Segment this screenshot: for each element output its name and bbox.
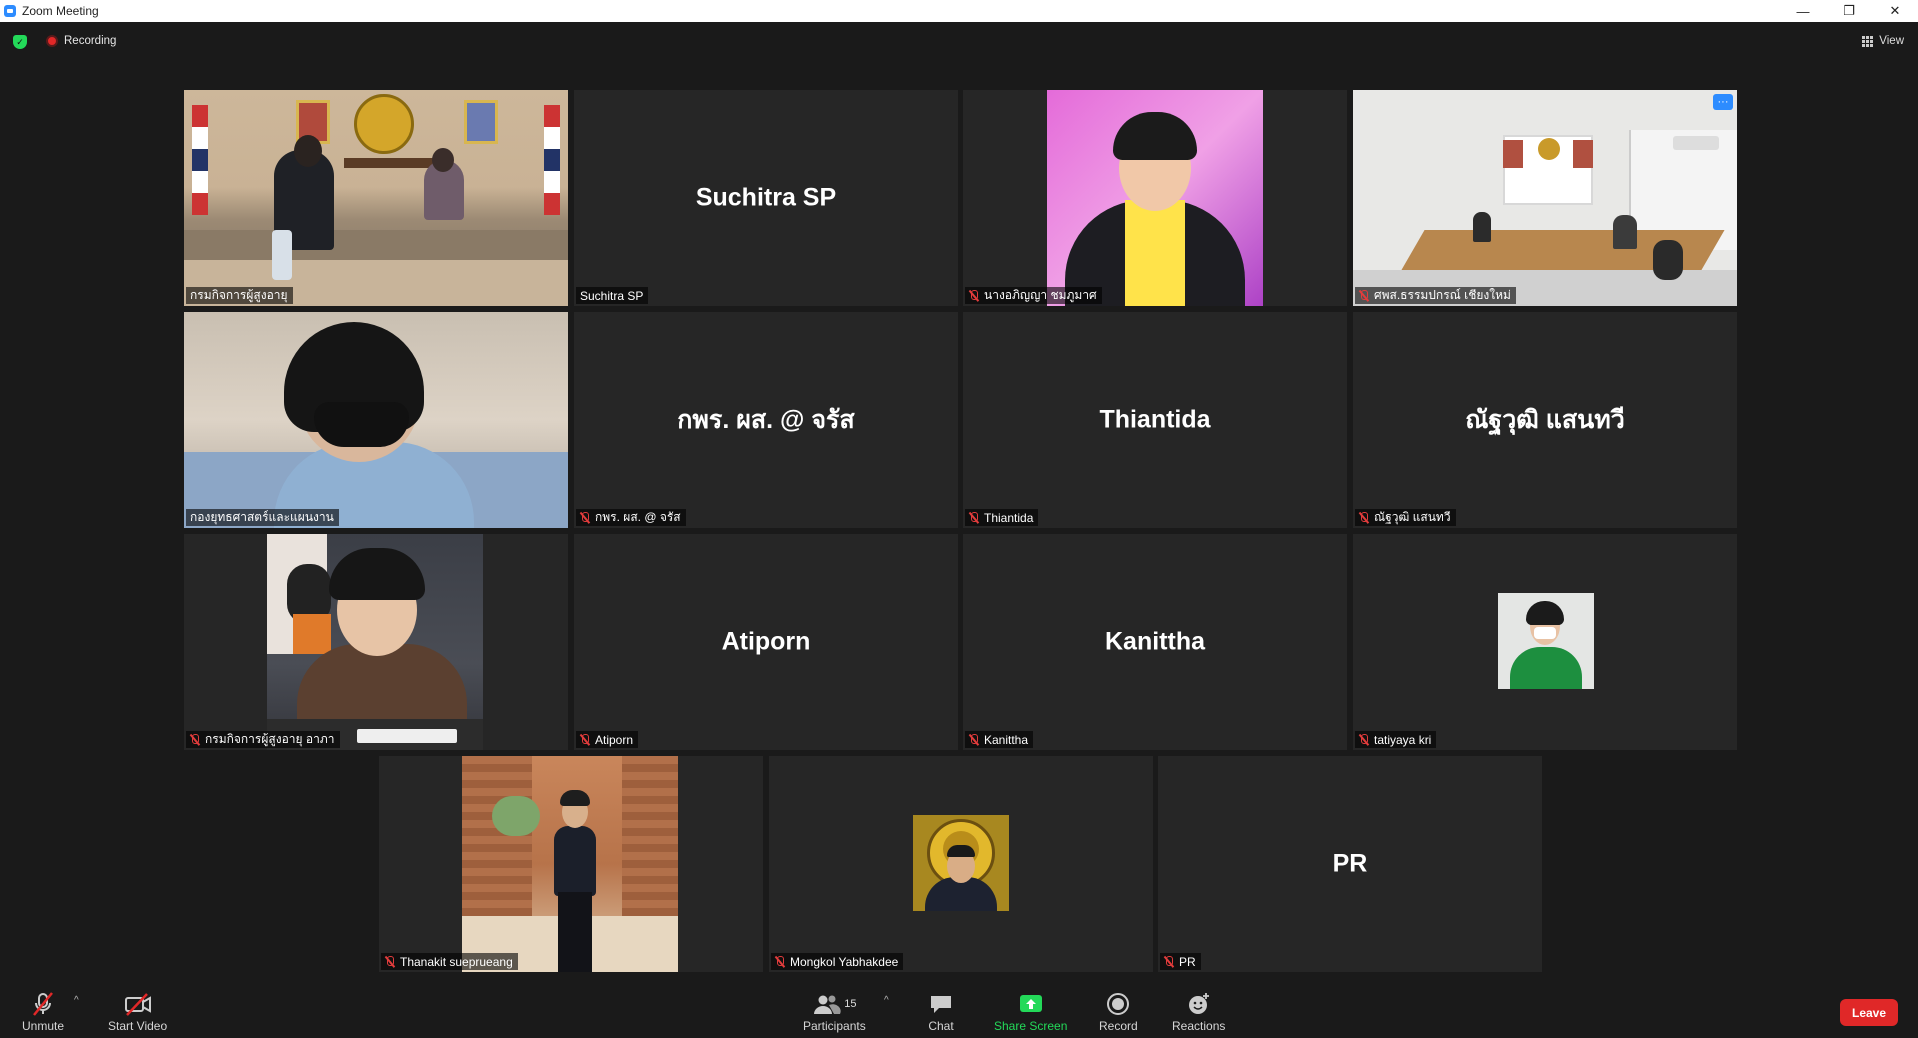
grid-view-icon	[1862, 35, 1874, 47]
participant-display-name: Atiporn	[721, 627, 811, 656]
participant-avatar-photo	[1498, 593, 1594, 689]
start-video-button[interactable]: Start Video	[108, 991, 167, 1033]
video-camera-off-icon	[123, 991, 153, 1017]
muted-mic-icon	[1164, 955, 1174, 968]
video-tile[interactable]: Mongkol Yabhakdee	[769, 756, 1153, 972]
window-title-bar: Zoom Meeting — ❐ ✕	[0, 0, 1918, 22]
record-button[interactable]: Record	[1099, 991, 1138, 1033]
conference-room-video	[184, 90, 568, 306]
video-tile[interactable]: PR PR	[1158, 756, 1542, 972]
participant-name-tag: Atiporn	[576, 731, 639, 748]
participant-name-tag: tatiyaya kri	[1355, 731, 1437, 748]
leave-meeting-button[interactable]: Leave	[1840, 999, 1898, 1026]
meeting-toolbar: Unmute ^ Start Video 15 Participants ^ C…	[0, 983, 1918, 1038]
video-tile[interactable]: Thanakit sueprueang	[379, 756, 763, 972]
video-tile[interactable]: Atiporn Atiporn	[574, 534, 958, 750]
record-icon	[1105, 991, 1131, 1017]
participant-name-tag: นางอภิญญา ชมภูมาศ	[965, 287, 1102, 304]
video-tile[interactable]: กพร. ผส. @ จรัส กพร. ผส. @ จรัส	[574, 312, 958, 528]
meeting-room-video	[1353, 90, 1737, 306]
participants-options-caret[interactable]: ^	[884, 995, 889, 1006]
participant-video	[1047, 90, 1263, 306]
muted-mic-icon	[1359, 733, 1369, 746]
recording-indicator[interactable]: Recording	[46, 35, 116, 47]
video-tile[interactable]: tatiyaya kri	[1353, 534, 1737, 750]
close-button[interactable]: ✕	[1872, 0, 1918, 22]
window-title: Zoom Meeting	[22, 4, 99, 18]
muted-mic-icon	[969, 289, 979, 302]
video-tile[interactable]: Kanittha Kanittha	[963, 534, 1347, 750]
participant-name-tag: กองยุทธศาสตร์และแผนงาน	[186, 509, 339, 526]
muted-mic-icon	[969, 733, 979, 746]
muted-mic-icon	[1359, 511, 1369, 524]
video-tile[interactable]: นางอภิญญา ชมภูมาศ	[963, 90, 1347, 306]
view-button[interactable]: View	[1862, 35, 1904, 47]
video-tile[interactable]: Suchitra SP Suchitra SP	[574, 90, 958, 306]
participants-icon: 15	[812, 991, 856, 1017]
participant-name-tag: กรมกิจการผู้สูงอายุ อาภา	[186, 731, 340, 748]
participant-video	[184, 312, 568, 528]
participant-video	[267, 534, 483, 750]
video-tile-active-speaker[interactable]: กองยุทธศาสตร์และแผนงาน	[184, 312, 568, 528]
participant-name-tag: Thiantida	[965, 509, 1039, 526]
participant-name-tag: ณัฐวุฒิ แสนทวี	[1355, 509, 1456, 526]
participant-display-name: Thiantida	[1099, 405, 1211, 434]
participant-name-tag: PR	[1160, 953, 1201, 970]
unmute-button[interactable]: Unmute	[22, 991, 64, 1033]
reactions-button[interactable]: Reactions	[1172, 991, 1225, 1033]
participant-name-tag: กพร. ผส. @ จรัส	[576, 509, 686, 526]
participants-button[interactable]: 15 Participants	[803, 991, 866, 1033]
muted-mic-icon	[969, 511, 979, 524]
participant-display-name: ณัฐวุฒิ แสนทวี	[1465, 406, 1625, 434]
muted-mic-icon	[385, 955, 395, 968]
participant-avatar-photo	[913, 815, 1009, 911]
muted-mic-icon	[1359, 289, 1369, 302]
participant-name-tag: Thanakit sueprueang	[381, 953, 518, 970]
video-tile[interactable]: ณัฐวุฒิ แสนทวี ณัฐวุฒิ แสนทวี	[1353, 312, 1737, 528]
meeting-top-bar: ✓ Recording View	[0, 22, 1918, 62]
video-tile[interactable]: กรมกิจการผู้สูงอายุ	[184, 90, 568, 306]
participant-display-name: กพร. ผส. @ จรัส	[677, 406, 855, 434]
restore-button[interactable]: ❐	[1826, 0, 1872, 22]
share-screen-icon	[1018, 991, 1044, 1017]
participant-name-tag: กรมกิจการผู้สูงอายุ	[186, 287, 293, 304]
muted-mic-icon	[775, 955, 785, 968]
participant-name-tag: Suchitra SP	[576, 287, 649, 304]
participant-name-tag: Mongkol Yabhakdee	[771, 953, 904, 970]
microphone-muted-icon	[30, 991, 56, 1017]
participant-display-name: Kanittha	[1105, 627, 1205, 656]
video-tile[interactable]: กรมกิจการผู้สูงอายุ อาภา	[184, 534, 568, 750]
encryption-shield-icon[interactable]: ✓	[13, 35, 27, 49]
more-options-button[interactable]: ···	[1713, 94, 1733, 110]
video-tile[interactable]: Thiantida Thiantida	[963, 312, 1347, 528]
recording-dot-icon	[46, 35, 58, 47]
participant-name-tag: Kanittha	[965, 731, 1034, 748]
chat-button[interactable]: Chat	[928, 991, 954, 1033]
participant-name-tag: ศพส.ธรรมปกรณ์ เชียงใหม่	[1355, 287, 1516, 304]
muted-mic-icon	[190, 733, 200, 746]
participant-display-name: PR	[1332, 849, 1368, 878]
share-screen-button[interactable]: Share Screen	[994, 991, 1067, 1033]
video-tile[interactable]: ··· ศพส.ธรรมปกรณ์ เชียงใหม่	[1353, 90, 1737, 306]
muted-mic-icon	[580, 733, 590, 746]
zoom-app-icon	[4, 5, 16, 17]
participants-count: 15	[844, 998, 857, 1010]
recording-label: Recording	[64, 35, 117, 47]
participant-display-name: Suchitra SP	[695, 183, 837, 212]
minimize-button[interactable]: —	[1780, 0, 1826, 22]
smiley-reaction-icon	[1186, 991, 1212, 1017]
view-label: View	[1879, 35, 1904, 47]
muted-mic-icon	[580, 511, 590, 524]
chat-bubble-icon	[928, 991, 954, 1017]
participant-video	[462, 756, 678, 972]
audio-options-caret[interactable]: ^	[74, 995, 79, 1006]
